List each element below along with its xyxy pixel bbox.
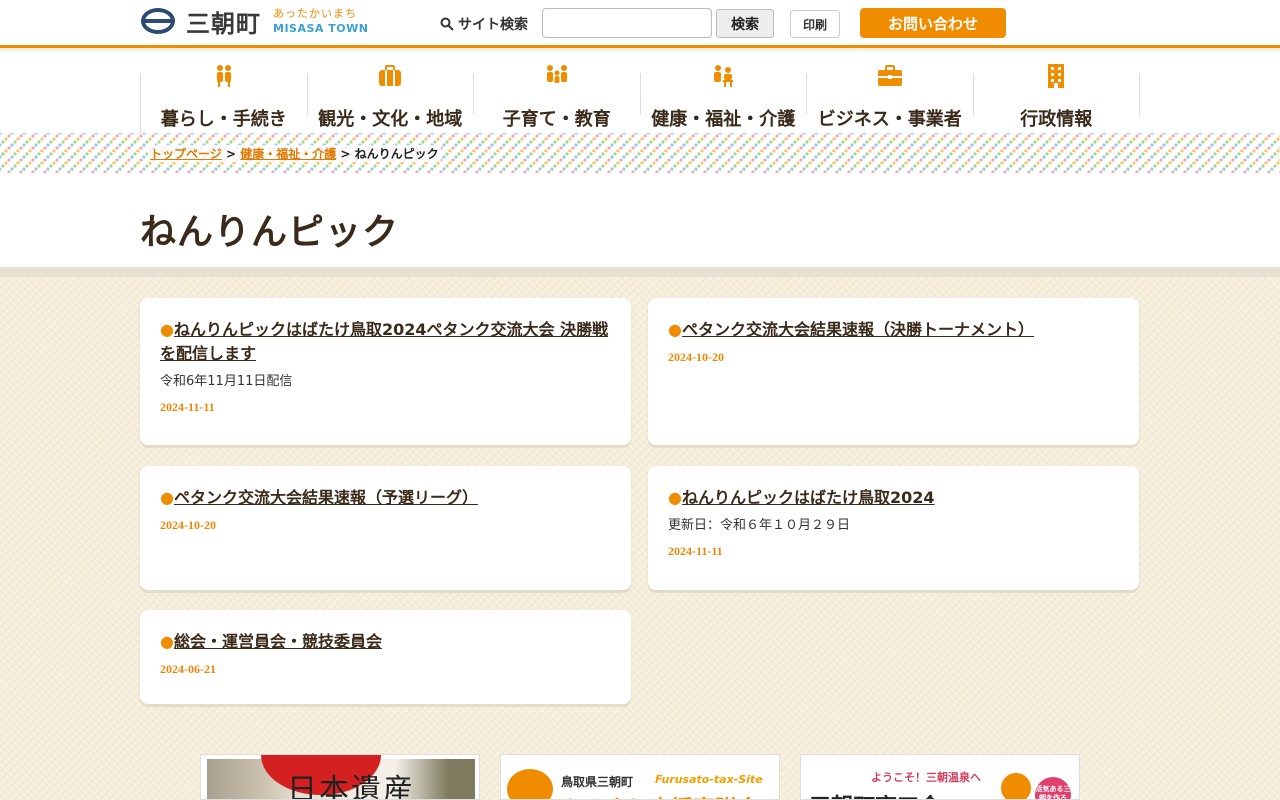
nav-label: 観光・文化・地域	[318, 109, 463, 130]
article-card: ●総会・運営員会・競技委員会 2024-06-21	[140, 610, 631, 704]
site-header: 三朝町 あったかいまち MISASA TOWN サイト検索 検索 印刷 お問い合…	[0, 0, 1280, 48]
briefcase-icon	[877, 65, 902, 86]
bullet: ●	[160, 320, 174, 339]
banner-text: ふるさと応援寄附金	[561, 791, 759, 799]
article-link[interactable]: ねんりんピックはばたけ鳥取2024	[682, 488, 935, 507]
search-label-text: サイト検索	[458, 17, 528, 33]
nav-item-business[interactable]: ビジネス・事業者	[807, 65, 974, 130]
banner-chamber-of-commerce[interactable]: ようこそ！三朝温泉へ 三朝町商工会 活気ある三朝を作ろう!	[800, 754, 1080, 800]
nav-label: 健康・福祉・介護	[651, 109, 796, 130]
article-title: ●ねんりんピックはばたけ鳥取2024	[668, 486, 1119, 510]
article-date: 2024-11-11	[160, 400, 215, 414]
nav-label: 子育て・教育	[502, 109, 611, 130]
search-input[interactable]	[542, 8, 712, 38]
print-button[interactable]: 印刷	[790, 10, 840, 38]
care-icon	[714, 65, 734, 87]
nav-label: 暮らし・手続き	[160, 109, 287, 130]
banner-badge: 活気ある三朝を作ろう!	[1035, 777, 1071, 799]
nav-item-childcare[interactable]: 子育て・教育	[474, 65, 641, 130]
article-title: ●ねんりんピックはばたけ鳥取2024ペタンク交流大会 決勝戦を配信します	[160, 318, 611, 366]
banner-subtext-en: Furusato-tax-Site	[655, 773, 763, 786]
banner-japan-heritage[interactable]: 日本遺産	[200, 754, 480, 800]
article-title: ●ペタンク交流大会結果速報（決勝トーナメント）	[668, 318, 1119, 342]
title-divider	[0, 267, 1280, 277]
bullet: ●	[160, 488, 174, 507]
bullet: ●	[668, 488, 682, 507]
site-logo[interactable]: 三朝町 あったかいまち MISASA TOWN	[140, 5, 368, 38]
nav-item-living[interactable]: 暮らし・手続き	[141, 65, 308, 130]
banner-text: 三朝町商工会	[809, 789, 941, 799]
mascot-icon	[507, 769, 553, 799]
nav-item-health[interactable]: 健康・福祉・介護	[641, 65, 807, 130]
breadcrumb-separator: >	[225, 147, 237, 161]
article-card: ●ねんりんピックはばたけ鳥取2024 更新日：令和６年１０月２９日 2024-1…	[648, 466, 1139, 590]
title-band: ねんりんピック	[0, 173, 1280, 267]
logo-sub-ja: あったかいまち	[273, 7, 357, 20]
nav-item-tourism[interactable]: 観光・文化・地域	[308, 65, 474, 130]
breadcrumb-home-link[interactable]: トップページ	[150, 147, 222, 161]
article-card: ●ペタンク交流大会結果速報（決勝トーナメント） 2024-10-20	[648, 298, 1139, 445]
parent-child-icon	[546, 65, 567, 83]
logo-sub-en: MISASA TOWN	[273, 22, 369, 35]
article-date: 2024-10-20	[160, 518, 216, 532]
article-card: ●ペタンク交流大会結果速報（予選リーグ） 2024-10-20	[140, 466, 631, 590]
search-label: サイト検索	[440, 14, 528, 34]
article-link[interactable]: ねんりんピックはばたけ鳥取2024ペタンク交流大会 決勝戦を配信します	[160, 320, 608, 363]
page-title: ねんりんピック	[140, 212, 400, 253]
article-link[interactable]: ペタンク交流大会結果速報（予選リーグ）	[174, 488, 478, 507]
logo-subtitle: あったかいまち MISASA TOWN	[273, 8, 368, 34]
article-link[interactable]: ペタンク交流大会結果速報（決勝トーナメント）	[682, 320, 1034, 339]
banner-furusato-tax[interactable]: 鳥取県三朝町 Furusato-tax-Site ふるさと応援寄附金	[500, 754, 780, 800]
contact-button[interactable]: お問い合わせ	[860, 8, 1006, 38]
suitcase-icon	[379, 65, 402, 86]
banner-subtext: ようこそ！三朝温泉へ	[871, 771, 981, 784]
logo-text: 三朝町	[186, 11, 261, 38]
bullet: ●	[668, 320, 682, 339]
breadcrumb: トップページ > 健康・福祉・介護 > ねんりんピック	[148, 145, 441, 162]
breadcrumb-band: トップページ > 健康・福祉・介護 > ねんりんピック	[0, 133, 1280, 173]
mascot-icon	[1001, 773, 1031, 799]
town-emblem-icon	[141, 8, 175, 34]
article-card: ●ねんりんピックはばたけ鳥取2024ペタンク交流大会 決勝戦を配信します 令和6…	[140, 298, 631, 445]
nav-label: 行政情報	[1020, 109, 1093, 130]
article-description: 更新日：令和６年１０月２９日	[668, 518, 851, 533]
article-description: 令和6年11月11日配信	[160, 374, 293, 389]
article-title: ●総会・運営員会・競技委員会	[160, 630, 611, 654]
breadcrumb-separator: >	[340, 147, 351, 161]
search-button[interactable]: 検索	[716, 9, 774, 38]
nav-item-admin[interactable]: 行政情報	[974, 64, 1140, 130]
family-icon	[216, 65, 231, 87]
article-link[interactable]: 総会・運営員会・競技委員会	[174, 632, 382, 651]
global-nav: 暮らし・手続き 観光・文化・地域 子育て・教育 健康・福祉・介護 ビジネス・事業…	[0, 51, 1280, 133]
breadcrumb-parent-link[interactable]: 健康・福祉・介護	[240, 147, 336, 161]
article-date: 2024-10-20	[668, 350, 724, 364]
article-date: 2024-11-11	[668, 544, 723, 558]
article-title: ●ペタンク交流大会結果速報（予選リーグ）	[160, 486, 611, 510]
banner-text: 日本遺産	[287, 774, 415, 800]
article-date: 2024-06-21	[160, 662, 216, 676]
nav-label: ビジネス・事業者	[817, 109, 962, 130]
bullet: ●	[160, 632, 174, 651]
building-icon	[1048, 64, 1065, 88]
breadcrumb-current: ねんりんピック	[354, 147, 439, 161]
search-icon	[440, 17, 454, 31]
banner-subtext: 鳥取県三朝町	[561, 775, 634, 789]
